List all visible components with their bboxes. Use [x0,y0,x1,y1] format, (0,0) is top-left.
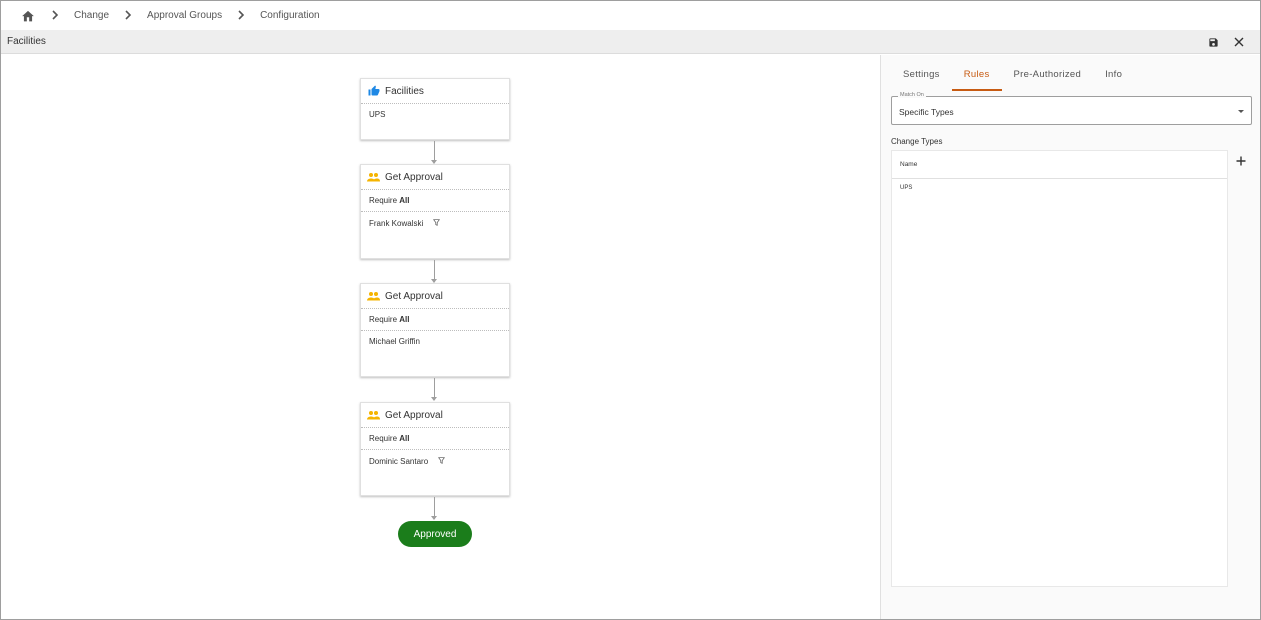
chevron-right-icon [50,8,60,22]
node-type: UPS [369,110,386,119]
tab-rules[interactable]: Rules [951,63,1002,91]
node-title: Get Approval [385,290,443,302]
thumbs-up-icon [367,85,380,98]
chevron-right-icon [236,8,246,22]
caret-down-icon [1238,110,1244,113]
approval-step-node[interactable]: Get Approval Require All Dominic Santaro [360,402,510,496]
table-header-name[interactable]: Name [892,151,1227,179]
workflow-canvas: Facilities UPS Get Approval Require All … [1,55,880,619]
approver-name: Michael Griffin [369,337,420,346]
require-row: Require All [361,309,509,331]
require-label: Require [369,315,400,324]
approver-name: Dominic Santaro [369,457,429,466]
table-row[interactable]: UPS [892,179,1227,197]
filter-icon [433,219,441,228]
require-row: Require All [361,428,509,450]
panel-tabs: Settings Rules Pre-Authorized Info [891,63,1134,91]
require-label: Require [369,196,400,205]
require-label: Require [369,434,400,443]
breadcrumb: Change Approval Groups Configuration [0,0,1261,30]
group-icon [367,171,380,184]
save-icon[interactable] [1206,35,1220,49]
group-icon [367,290,380,303]
change-types-table: Name UPS [891,150,1228,587]
node-title: Get Approval [385,409,443,421]
page-title: Facilities [7,36,46,47]
group-icon [367,409,380,422]
node-title: Get Approval [385,171,443,183]
tab-pre-authorized[interactable]: Pre-Authorized [1002,63,1094,91]
node-header: Get Approval [361,284,509,309]
connector-arrow [431,397,437,401]
change-types-label: Change Types [891,137,943,146]
approver-row: Dominic Santaro [361,450,509,472]
require-value: All [399,434,410,443]
connector-arrow [431,516,437,520]
tab-info[interactable]: Info [1093,63,1134,91]
close-icon[interactable] [1232,35,1246,49]
require-row: Require All [361,190,509,212]
title-bar: Facilities [1,30,1260,54]
approver-name: Frank Kowalski [369,219,424,228]
approved-end-node[interactable]: Approved [398,521,472,547]
breadcrumb-item-configuration[interactable]: Configuration [260,10,319,21]
approval-step-node[interactable]: Get Approval Require All Frank Kowalski [360,164,510,259]
match-on-value: Specific Types [899,107,954,117]
header-actions [1206,35,1246,49]
approval-step-node[interactable]: Get Approval Require All Michael Griffin [360,283,510,377]
properties-panel: Settings Rules Pre-Authorized Info Match… [880,55,1260,619]
chevron-right-icon [123,8,133,22]
add-icon[interactable] [1235,155,1247,167]
filter-icon [438,457,446,466]
require-value: All [399,315,410,324]
start-node[interactable]: Facilities UPS [360,78,510,140]
tab-settings[interactable]: Settings [891,63,952,91]
approver-row: Michael Griffin [361,331,509,352]
breadcrumb-item-change[interactable]: Change [74,10,109,21]
match-on-label: Match On [898,92,926,98]
approver-row: Frank Kowalski [361,212,509,234]
require-value: All [399,196,410,205]
match-on-select[interactable]: Match On Specific Types [891,92,1252,125]
node-header: Get Approval [361,165,509,190]
node-header: Facilities [361,79,509,104]
breadcrumb-item-approval-groups[interactable]: Approval Groups [147,10,222,21]
node-title: Facilities [385,85,424,97]
home-icon[interactable] [20,7,36,23]
node-header: Get Approval [361,403,509,428]
